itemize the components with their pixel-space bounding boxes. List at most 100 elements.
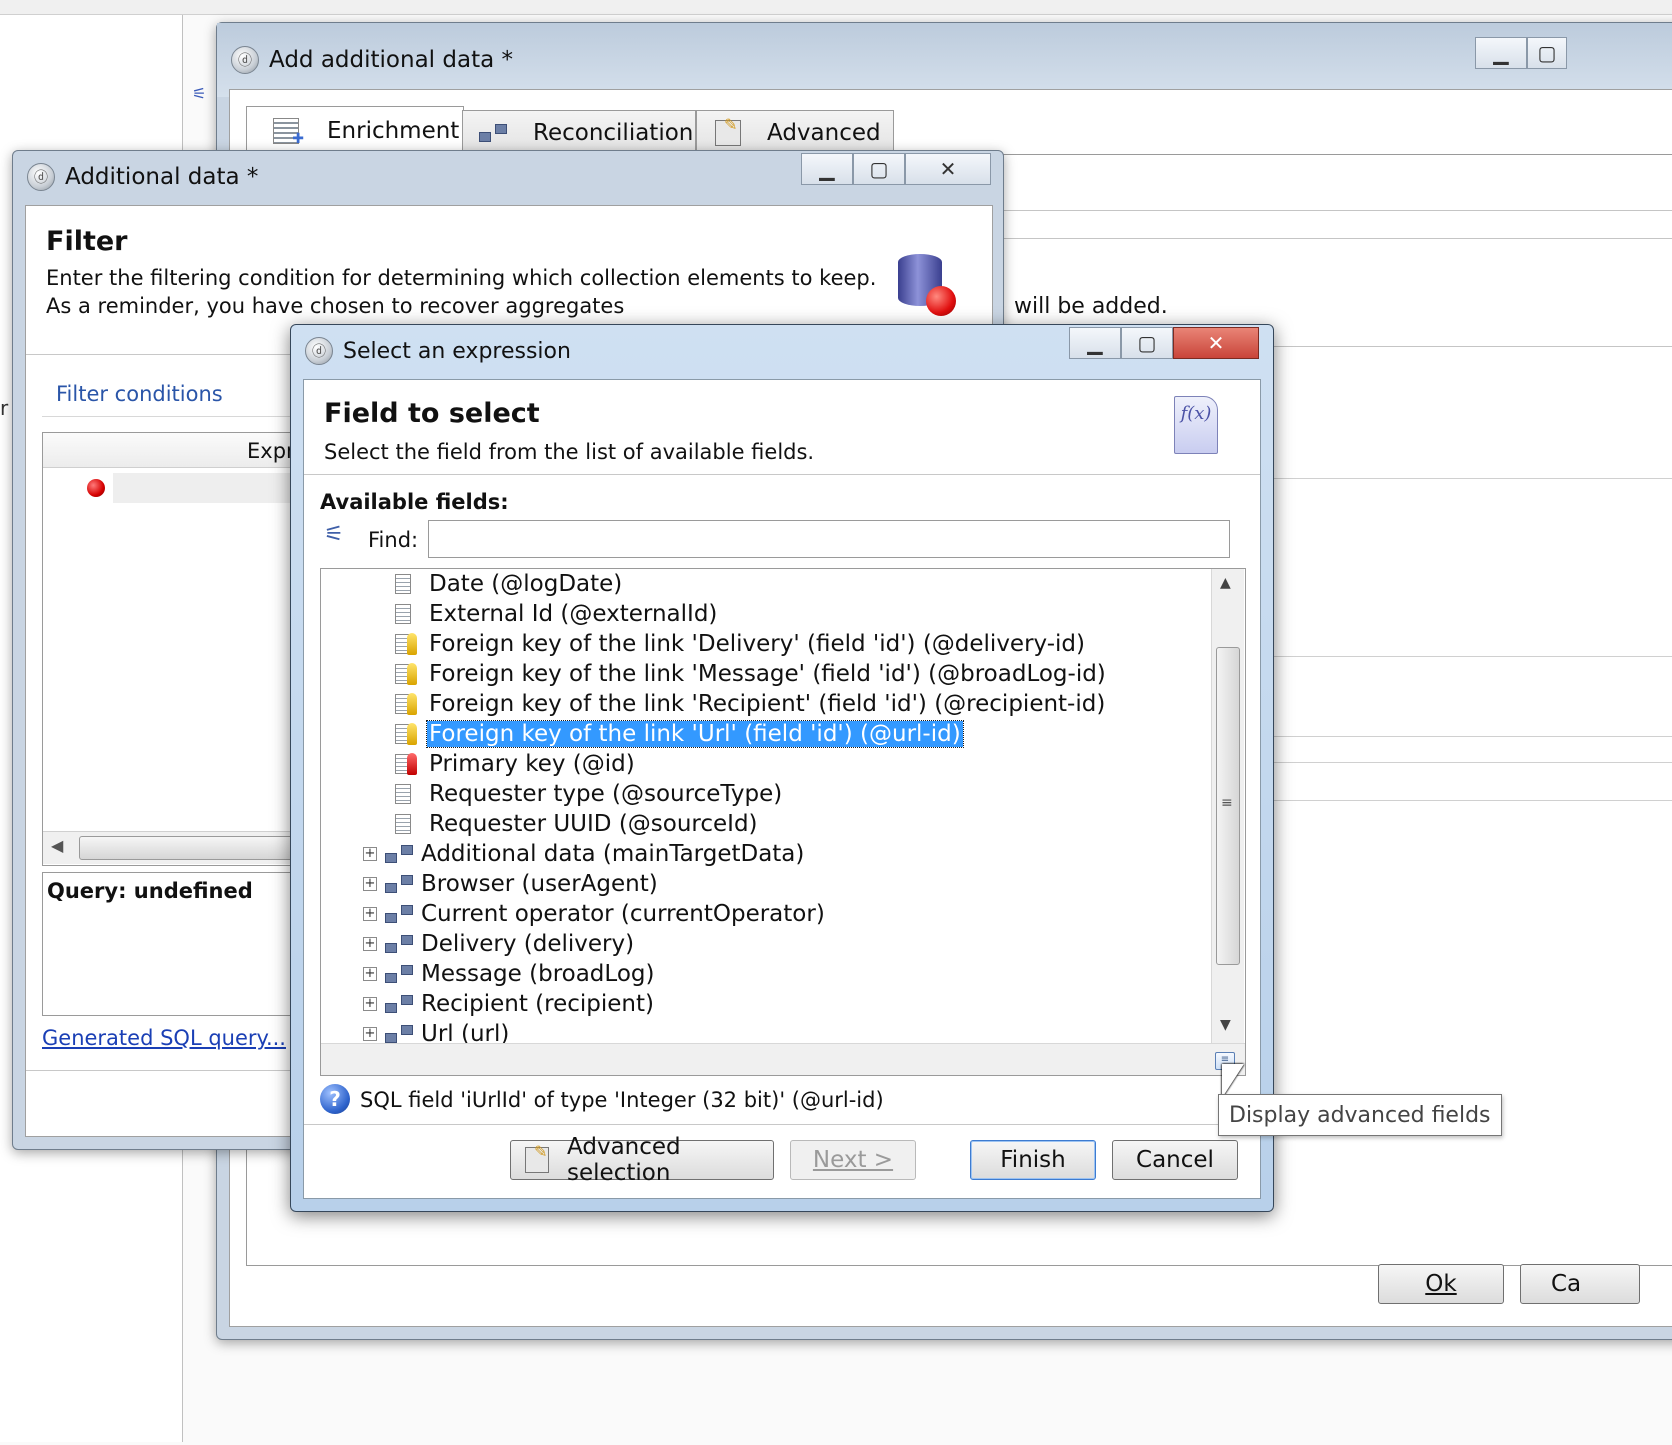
field-to-select-description: Select the field from the list of availa… <box>324 440 815 464</box>
link-icon <box>385 875 415 893</box>
footer-separator <box>304 1124 1260 1125</box>
tree-row[interactable]: External Id (@externalId) <box>321 599 719 629</box>
tree-row[interactable]: Foreign key of the link 'Url' (field 'id… <box>321 719 964 749</box>
filter-description-2: As a reminder, you have chosen to recove… <box>46 294 625 318</box>
advanced-selection-button[interactable]: ✎ Advanced selection <box>510 1134 774 1186</box>
foreign-key-icon <box>395 693 427 715</box>
tree-row[interactable]: + Delivery (delivery) <box>321 929 636 959</box>
tab-advanced[interactable]: ✎ Advanced <box>696 110 894 155</box>
expand-icon[interactable]: + <box>363 937 377 951</box>
expand-icon[interactable]: + <box>363 907 377 921</box>
tab-label: Reconciliation <box>533 120 694 146</box>
fields-tree: Date (@logDate) External Id (@externalId)… <box>320 568 1246 1076</box>
ok-button[interactable]: Ok <box>1378 1264 1504 1304</box>
advanced-selection-icon: ✎ <box>525 1142 550 1173</box>
tree-row[interactable]: + Browser (userAgent) <box>321 869 660 899</box>
cancel-button-partial[interactable]: Ca <box>1520 1264 1640 1304</box>
content-divider-1 <box>1000 210 1672 211</box>
tree-row[interactable]: + Additional data (mainTargetData) <box>321 839 806 869</box>
content-divider-7 <box>1270 762 1672 763</box>
tree-row-label: Recipient (recipient) <box>421 991 654 1017</box>
select-dialog-body: Field to select Select the field from th… <box>303 379 1261 1199</box>
background-clipped-text: r <box>0 396 9 420</box>
tree-row[interactable]: Foreign key of the link 'Message' (field… <box>321 659 1108 689</box>
close-button[interactable]: ✕ <box>1173 327 1259 359</box>
tree-row-label: Foreign key of the link 'Message' (field… <box>429 661 1106 687</box>
link-icon <box>385 995 415 1013</box>
advanced-icon: ✎ <box>715 115 741 146</box>
tree-row-label: Additional data (mainTargetData) <box>421 841 805 867</box>
cancel-button[interactable]: Cancel <box>1112 1140 1238 1180</box>
tooltip: Display advanced fields <box>1218 1094 1502 1136</box>
expand-icon[interactable]: + <box>363 997 377 1011</box>
tree-row[interactable]: Foreign key of the link 'Recipient' (fie… <box>321 689 1107 719</box>
tree-footer-bar: ≡ <box>321 1043 1245 1075</box>
tree-row[interactable]: Date (@logDate) <box>321 569 624 599</box>
primary-key-icon <box>395 753 427 775</box>
tree-row[interactable]: Requester type (@sourceType) <box>321 779 784 809</box>
tree-row[interactable]: Requester UUID (@sourceId) <box>321 809 760 839</box>
expand-icon[interactable]: + <box>363 967 377 981</box>
advanced-selection-label: Advanced selection <box>567 1134 681 1186</box>
tree-row[interactable]: Primary key (@id) <box>321 749 637 779</box>
partial-info-text: will be added. <box>1014 294 1168 319</box>
next-button[interactable]: Next > <box>790 1140 916 1180</box>
background-top-strip <box>0 0 1672 15</box>
minimize-button[interactable]: ▁ <box>1069 327 1121 359</box>
scroll-down-arrow-icon[interactable]: ▼ <box>1220 1017 1231 1033</box>
tree-row-label: Requester UUID (@sourceId) <box>429 811 758 837</box>
tree-row-label: Primary key (@id) <box>429 751 635 777</box>
minimize-button[interactable]: ▁ <box>801 153 853 185</box>
scroll-grip-icon: ≡ <box>1221 795 1233 811</box>
tree-row-label: Foreign key of the link 'Url' (field 'id… <box>426 720 964 748</box>
tab-enrichment[interactable]: ✚ Enrichment <box>246 106 464 155</box>
window-title: Select an expression <box>343 338 571 364</box>
tree-row-label: Browser (userAgent) <box>421 871 658 897</box>
filter-conditions-link[interactable]: Filter conditions <box>56 382 223 406</box>
foreign-key-icon <box>395 633 427 655</box>
app-icon: ⓓ <box>231 46 259 74</box>
app-icon: ⓓ <box>27 163 55 191</box>
find-icon: ⚟ <box>324 522 344 547</box>
field-to-select-heading: Field to select <box>324 398 540 429</box>
expand-icon[interactable]: + <box>363 847 377 861</box>
find-input[interactable] <box>428 520 1230 558</box>
generated-sql-link[interactable]: Generated SQL query... <box>42 1026 286 1050</box>
tree-row-label: External Id (@externalId) <box>429 601 718 627</box>
info-icon: ? <box>320 1084 350 1114</box>
finish-button[interactable]: Finish <box>970 1140 1096 1180</box>
tab-reconciliation[interactable]: Reconciliation <box>462 110 696 155</box>
maximize-button[interactable]: ▢ <box>1121 327 1173 359</box>
tree-row-label: Date (@logDate) <box>429 571 623 597</box>
field-icon <box>395 814 427 834</box>
field-icon <box>395 574 427 594</box>
tree-row-label: Delivery (delivery) <box>421 931 635 957</box>
header-separator <box>304 474 1260 475</box>
tree-rows: Date (@logDate) External Id (@externalId)… <box>321 569 1211 1047</box>
info-text: SQL field 'iUrlId' of type 'Integer (32 … <box>360 1088 884 1112</box>
tree-row[interactable]: + Message (broadLog) <box>321 959 656 989</box>
content-divider-5 <box>1270 656 1672 657</box>
vertical-scrollbar[interactable]: ▲ ≡ ▼ <box>1211 569 1244 1043</box>
filter-heading: Filter <box>46 226 128 257</box>
content-divider-6 <box>1270 736 1672 737</box>
expand-icon[interactable]: + <box>363 877 377 891</box>
foreign-key-icon <box>395 663 427 685</box>
available-fields-label: Available fields: <box>320 490 509 514</box>
tree-row-label: Foreign key of the link 'Recipient' (fie… <box>429 691 1106 717</box>
expand-icon[interactable]: + <box>363 1027 377 1041</box>
find-label: Find: <box>368 528 419 552</box>
tree-row[interactable]: Foreign key of the link 'Delivery' (fiel… <box>321 629 1087 659</box>
error-dot-icon <box>87 479 105 497</box>
link-icon <box>385 1025 415 1043</box>
maximize-button[interactable]: ▢ <box>853 153 905 185</box>
scroll-left-arrow-icon[interactable]: ◀ <box>51 836 63 855</box>
close-button[interactable]: ✕ <box>905 153 991 185</box>
query-label: Query: undefined <box>47 879 253 903</box>
tree-row[interactable]: + Current operator (currentOperator) <box>321 899 827 929</box>
tree-row[interactable]: + Recipient (recipient) <box>321 989 656 1019</box>
tree-row-label: Foreign key of the link 'Delivery' (fiel… <box>429 631 1086 657</box>
minimize-button[interactable]: ▁ <box>1475 37 1527 69</box>
scroll-up-arrow-icon[interactable]: ▲ <box>1220 575 1231 591</box>
maximize-button[interactable]: ▢ <box>1527 37 1567 69</box>
